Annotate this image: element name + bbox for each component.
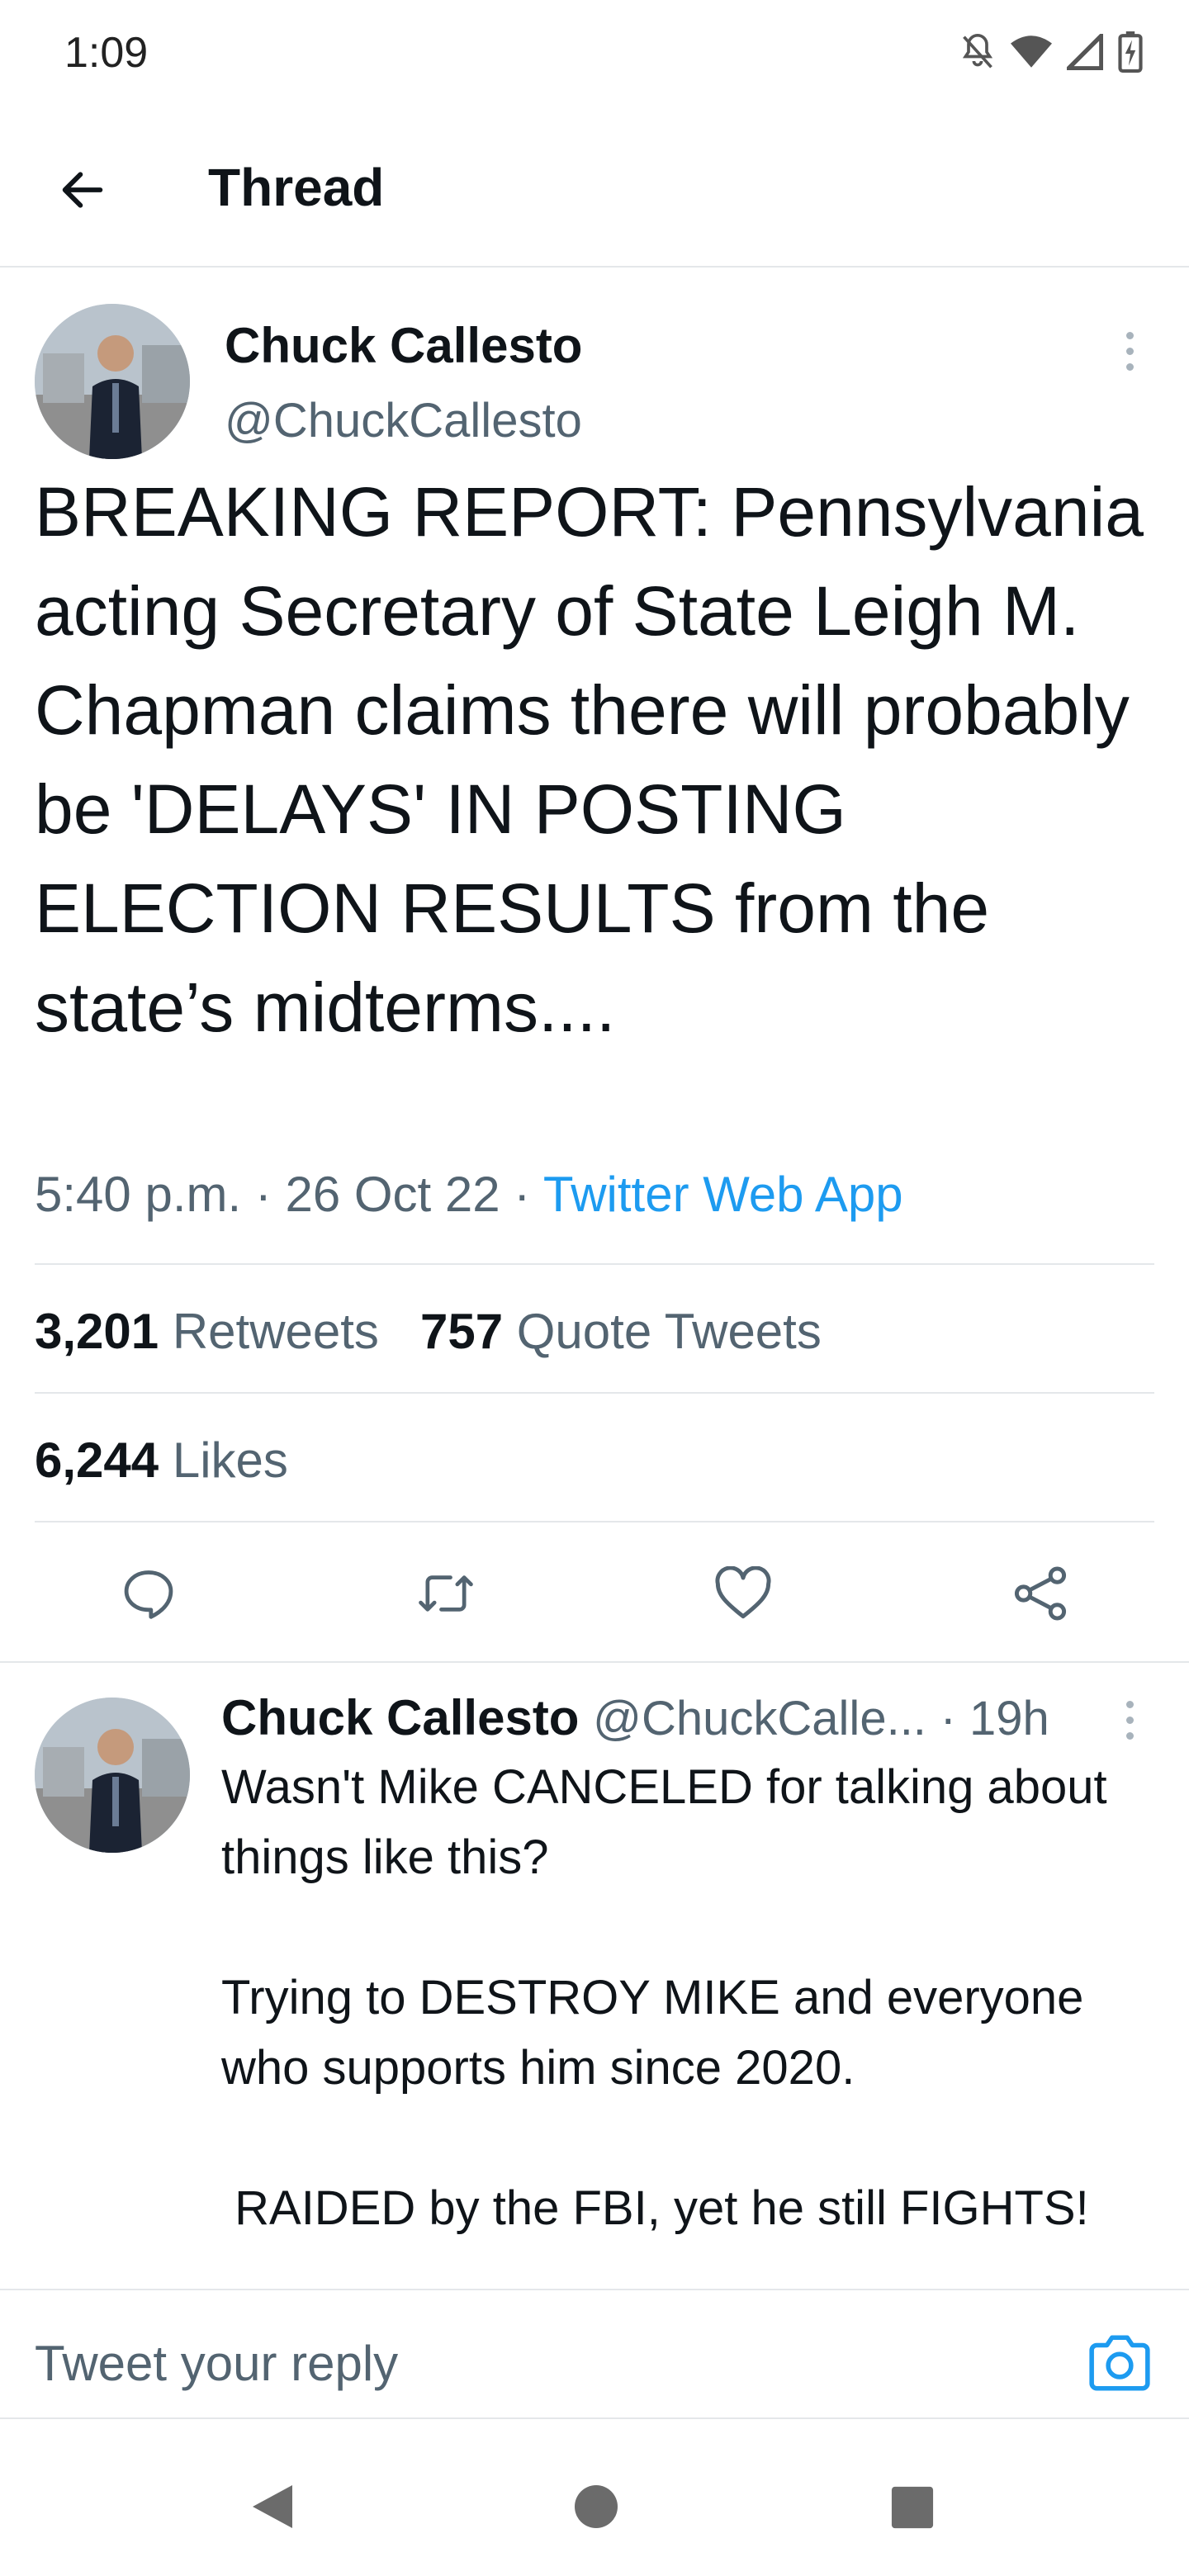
- share-button[interactable]: [999, 1552, 1082, 1635]
- wifi-icon: [1011, 36, 1052, 68]
- quotes-label: Quote Tweets: [516, 1304, 822, 1359]
- reply-input[interactable]: Tweet your reply: [35, 2335, 398, 2392]
- like-icon: [715, 1566, 771, 1619]
- likes-count: 6,244: [35, 1432, 159, 1488]
- retweets-link[interactable]: 3,201 Retweets: [35, 1304, 379, 1359]
- compose-divider: [0, 2289, 1189, 2290]
- retweet-button[interactable]: [405, 1552, 487, 1635]
- camera-icon: [1089, 2335, 1150, 2391]
- system-home-button[interactable]: [573, 2484, 619, 2534]
- retweets-count: 3,201: [35, 1304, 159, 1359]
- avatar-image: [35, 1698, 190, 1853]
- arrow-left-icon: [62, 172, 103, 208]
- recents-square-icon: [891, 2486, 934, 2529]
- retweet-icon: [419, 1575, 473, 1612]
- reply-more-options-icon[interactable]: [1126, 1701, 1134, 1740]
- camera-button[interactable]: [1087, 2332, 1153, 2394]
- avatar[interactable]: [35, 304, 190, 459]
- signal-icon: [1067, 34, 1103, 70]
- bell-off-icon: [962, 33, 993, 69]
- divider: [35, 1263, 1154, 1265]
- like-button[interactable]: [702, 1552, 784, 1635]
- more-options-icon[interactable]: [1126, 332, 1134, 371]
- quote-tweets-link[interactable]: 757 Quote Tweets: [420, 1304, 822, 1359]
- author-name[interactable]: Chuck Callesto: [225, 317, 582, 374]
- divider: [35, 1392, 1154, 1394]
- tweet-date: 26 Oct 22: [285, 1167, 500, 1222]
- compose-bottom-divider: [0, 2417, 1189, 2419]
- likes-label: Likes: [172, 1432, 288, 1488]
- header-divider: [0, 266, 1189, 268]
- reply-age: · 19h: [940, 1692, 1049, 1745]
- reply-author-handle[interactable]: @ChuckCalle...: [593, 1692, 926, 1745]
- tweet-text: BREAKING REPORT: Pennsylvania acting Sec…: [35, 473, 1144, 1046]
- reply-author-name[interactable]: Chuck Callesto: [221, 1690, 579, 1745]
- avatar-image: [35, 304, 190, 459]
- meta-separator: ·: [254, 1167, 286, 1222]
- tweet-actions: [0, 1552, 1189, 1635]
- tweet-source-link[interactable]: Twitter Web App: [543, 1167, 903, 1222]
- engagement-stats: 3,201 Retweets 757 Quote Tweets: [35, 1303, 822, 1360]
- reply-avatar[interactable]: [35, 1698, 190, 1853]
- likes-link[interactable]: 6,244 Likes: [35, 1432, 288, 1489]
- system-back-button[interactable]: [249, 2482, 296, 2536]
- divider: [35, 1521, 1154, 1522]
- page-title: Thread: [208, 158, 385, 217]
- home-circle-icon: [575, 2485, 618, 2528]
- author-handle[interactable]: @ChuckCallesto: [225, 393, 582, 448]
- reply-icon: [124, 1570, 173, 1619]
- tweet-time: 5:40 p.m.: [35, 1167, 242, 1222]
- battery-charging-icon: [1118, 31, 1143, 73]
- share-icon: [1014, 1566, 1067, 1621]
- meta-separator: ·: [514, 1167, 543, 1222]
- quotes-count: 757: [419, 1304, 504, 1359]
- back-triangle-icon: [253, 2485, 292, 2528]
- status-icons: [959, 31, 1143, 73]
- back-button[interactable]: [50, 157, 116, 223]
- status-time: 1:09: [64, 29, 149, 77]
- reply-text: Wasn't Mike CANCELED for talking about t…: [221, 1760, 1107, 2235]
- tweet-meta: 5:40 p.m. · 26 Oct 22 · Twitter Web App: [35, 1166, 903, 1223]
- retweets-label: Retweets: [172, 1304, 379, 1359]
- reply-button[interactable]: [107, 1552, 190, 1635]
- divider: [0, 1661, 1189, 1663]
- reply-header: Chuck Callesto @ChuckCalle... · 19h: [221, 1689, 1049, 1746]
- system-recents-button[interactable]: [890, 2485, 935, 2534]
